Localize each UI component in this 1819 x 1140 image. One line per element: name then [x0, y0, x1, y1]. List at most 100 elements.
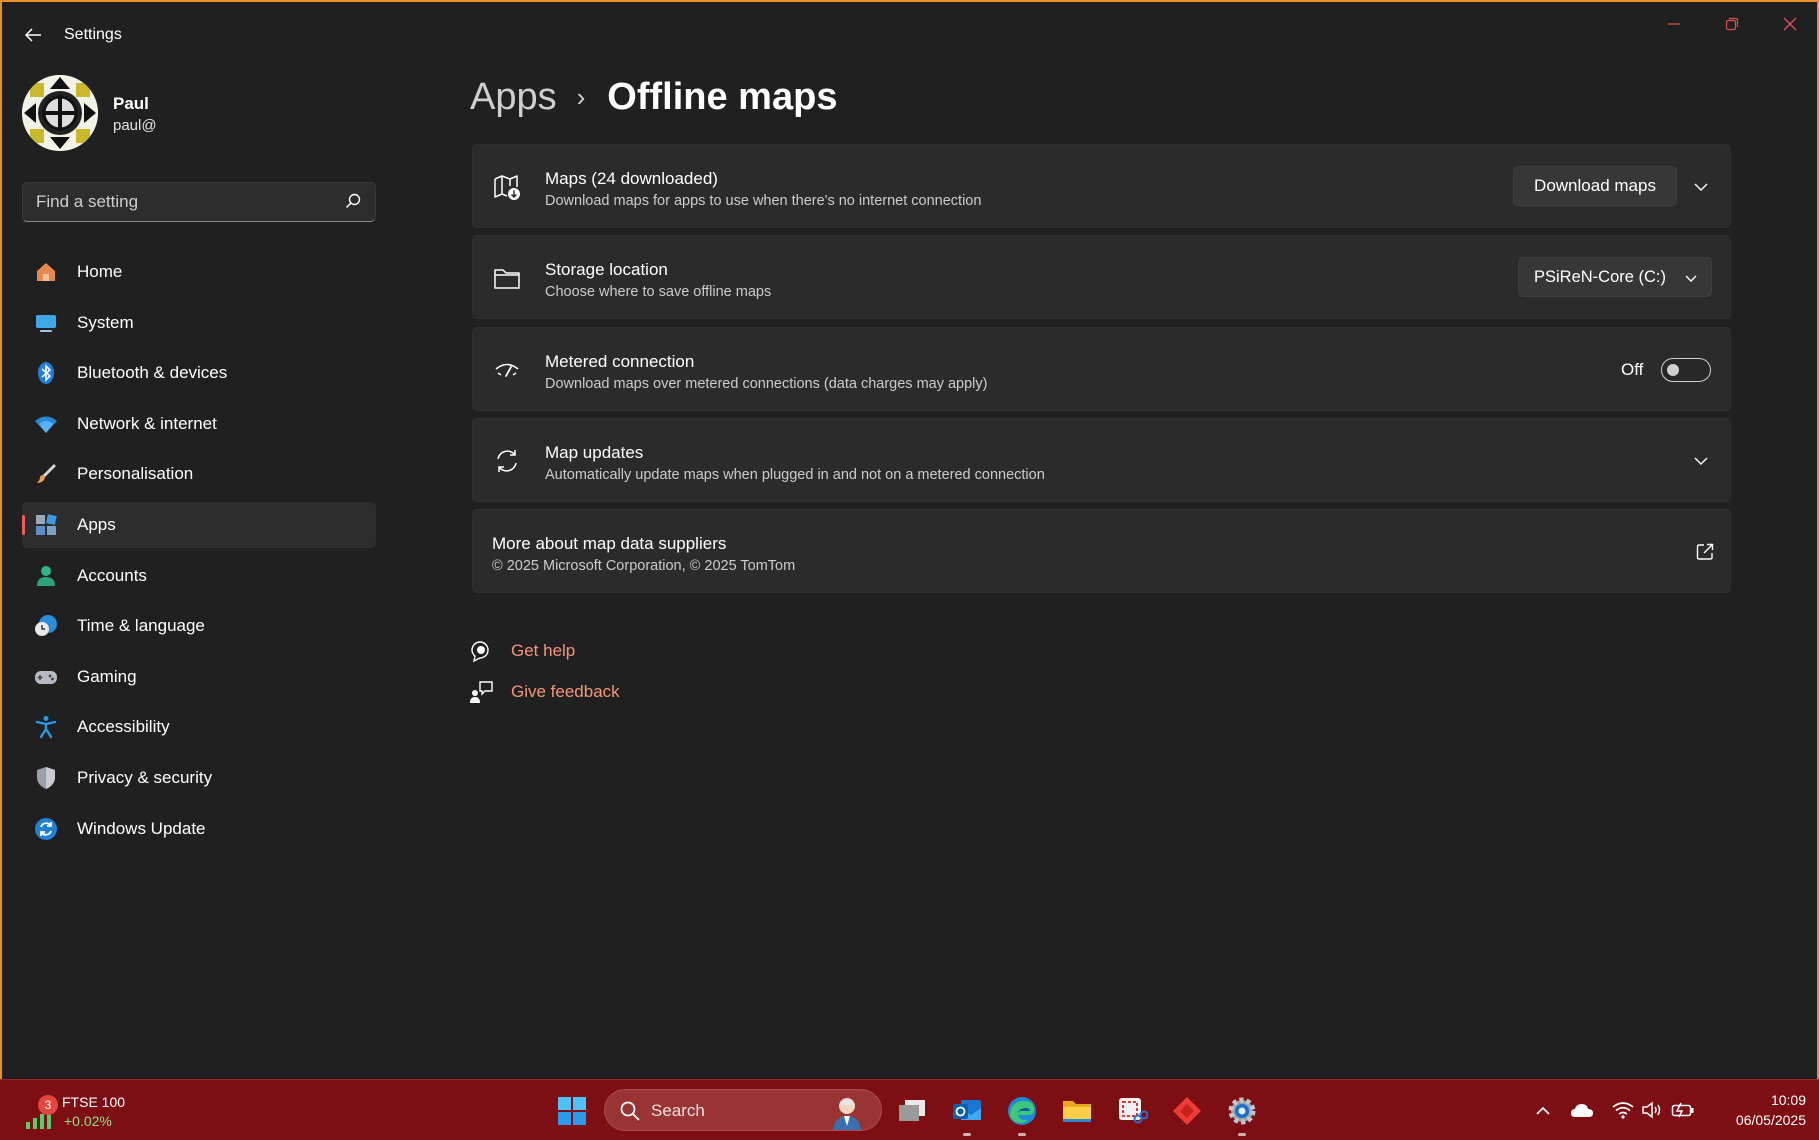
minimize-button[interactable]	[1654, 10, 1694, 38]
metered-toggle-state: Off	[1621, 360, 1644, 379]
sidebar-item-privacy[interactable]: Privacy & security	[22, 755, 376, 801]
chevron-up-icon	[1536, 1106, 1550, 1115]
snipping-tool-app[interactable]	[1111, 1090, 1153, 1132]
expand-map-updates-button[interactable]	[1687, 447, 1715, 475]
metered-connection-card: Metered connection Download maps over me…	[472, 327, 1731, 411]
windows-logo-icon	[558, 1097, 586, 1125]
edge-app[interactable]	[1001, 1090, 1043, 1136]
battery-tray[interactable]	[1671, 1098, 1695, 1122]
storage-description: Choose where to save offline maps	[545, 284, 772, 300]
minimize-icon	[1668, 23, 1680, 25]
task-view-icon	[899, 1100, 925, 1121]
wifi-icon	[34, 412, 58, 436]
search-icon[interactable]	[345, 193, 361, 214]
sidebar-item-accounts[interactable]: Accounts	[22, 553, 376, 599]
stock-name: FTSE 100	[62, 1094, 126, 1110]
onedrive-tray[interactable]	[1570, 1098, 1594, 1122]
close-button[interactable]	[1770, 10, 1810, 38]
apps-icon	[34, 513, 58, 537]
sidebar-item-apps[interactable]: Apps	[22, 501, 376, 548]
red-diamond-app-icon	[1173, 1097, 1201, 1125]
cloud-icon	[1571, 1104, 1593, 1117]
settings-search[interactable]	[22, 182, 376, 222]
sidebar-item-system[interactable]: System	[22, 300, 376, 346]
map-updates-card[interactable]: Map updates Automatically update maps wh…	[472, 418, 1731, 502]
bluetooth-icon	[34, 361, 58, 385]
task-view-button[interactable]	[891, 1090, 933, 1132]
settings-app[interactable]	[1221, 1090, 1263, 1136]
storage-title: Storage location	[545, 260, 668, 279]
expand-maps-button[interactable]	[1687, 173, 1715, 201]
taskbar-search[interactable]: Search	[604, 1089, 882, 1131]
sidebar-item-label: Windows Update	[77, 818, 206, 838]
sidebar-item-accessibility[interactable]: Accessibility	[22, 704, 376, 750]
title-bar: Settings	[2, 2, 1817, 66]
sidebar-item-label: Bluetooth & devices	[77, 363, 228, 383]
anydesk-app[interactable]	[1166, 1090, 1208, 1132]
sidebar-item-label: Gaming	[77, 666, 137, 686]
start-button[interactable]	[551, 1090, 593, 1132]
update-icon	[34, 817, 58, 841]
chevron-down-icon	[1694, 183, 1708, 191]
profile-name: Paul	[113, 94, 149, 113]
shield-icon	[34, 766, 58, 790]
search-highlight-icon	[833, 1098, 861, 1130]
map-suppliers-card[interactable]: More about map data suppliers © 2025 Mic…	[472, 509, 1731, 593]
clock-time: 10:09	[1770, 1092, 1806, 1108]
sidebar-item-windows-update[interactable]: Windows Update	[22, 806, 376, 852]
give-feedback-link[interactable]: Give feedback	[511, 682, 620, 702]
sidebar-item-personalisation[interactable]: Personalisation	[22, 451, 376, 497]
sidebar-item-home[interactable]: Home	[22, 249, 376, 295]
notification-badge: 3	[38, 1095, 58, 1115]
sidebar-item-time-language[interactable]: Time & language	[22, 603, 376, 649]
show-hidden-icons-button[interactable]	[1531, 1098, 1555, 1122]
maps-card[interactable]: Maps (24 downloaded) Download maps for a…	[472, 144, 1731, 228]
breadcrumb-separator: ›	[576, 82, 586, 112]
sidebar-item-label: Network & internet	[77, 413, 217, 433]
file-explorer-app[interactable]	[1056, 1090, 1098, 1132]
network-tray[interactable]	[1611, 1098, 1635, 1122]
sidebar-item-label: Time & language	[77, 616, 205, 636]
sidebar-item-label: System	[77, 312, 134, 332]
avatar	[22, 75, 98, 151]
sidebar-item-label: Personalisation	[77, 464, 194, 484]
search-input[interactable]	[23, 183, 333, 221]
map-download-icon	[493, 173, 521, 201]
sidebar-item-label: Home	[77, 262, 123, 281]
brush-icon	[34, 462, 58, 486]
storage-drive-dropdown[interactable]: PSiReN-Core (C:)	[1518, 257, 1712, 297]
sidebar-item-gaming[interactable]: Gaming	[22, 654, 376, 700]
settings-window: Settings Paul paul@ Find a setting Home …	[0, 0, 1819, 1079]
restore-button[interactable]	[1712, 10, 1752, 38]
close-icon	[1783, 17, 1797, 31]
breadcrumb-parent-link[interactable]: Apps	[470, 76, 557, 119]
sidebar-item-network[interactable]: Network & internet	[22, 401, 376, 447]
metered-connection-toggle[interactable]	[1661, 358, 1711, 382]
snipping-tool-icon	[1119, 1098, 1148, 1124]
external-link-icon[interactable]	[1693, 540, 1717, 564]
metered-title: Metered connection	[545, 352, 695, 371]
maps-title: Maps (24 downloaded)	[545, 169, 718, 188]
storage-location-card: Storage location Choose where to save of…	[472, 235, 1731, 319]
metered-connection-icon	[493, 356, 521, 384]
back-button[interactable]	[20, 22, 46, 48]
gear-icon	[1228, 1097, 1256, 1125]
sidebar-item-label: Privacy & security	[77, 767, 213, 787]
toggle-knob	[1667, 364, 1679, 376]
system-icon	[34, 311, 58, 335]
volume-tray[interactable]	[1640, 1098, 1664, 1122]
download-maps-button[interactable]: Download maps	[1513, 166, 1677, 206]
sidebar-item-bluetooth[interactable]: Bluetooth & devices	[22, 350, 376, 396]
system-clock[interactable]: 10:09 06/05/2025	[1710, 1090, 1806, 1130]
search-icon	[620, 1101, 640, 1121]
stocks-widget[interactable]: 3 FTSE 100 +0.02%	[24, 1088, 164, 1134]
get-help-link[interactable]: Get help	[511, 641, 575, 661]
folder-icon	[1063, 1101, 1091, 1122]
give-feedback-row[interactable]: Give feedback	[468, 679, 620, 705]
outlook-app[interactable]	[946, 1090, 988, 1136]
get-help-row[interactable]: Get help	[468, 638, 575, 664]
suppliers-title: More about map data suppliers	[492, 534, 727, 553]
sidebar-item-label: Accounts	[77, 565, 147, 585]
accessibility-icon	[34, 715, 58, 739]
outlook-icon	[953, 1100, 981, 1120]
